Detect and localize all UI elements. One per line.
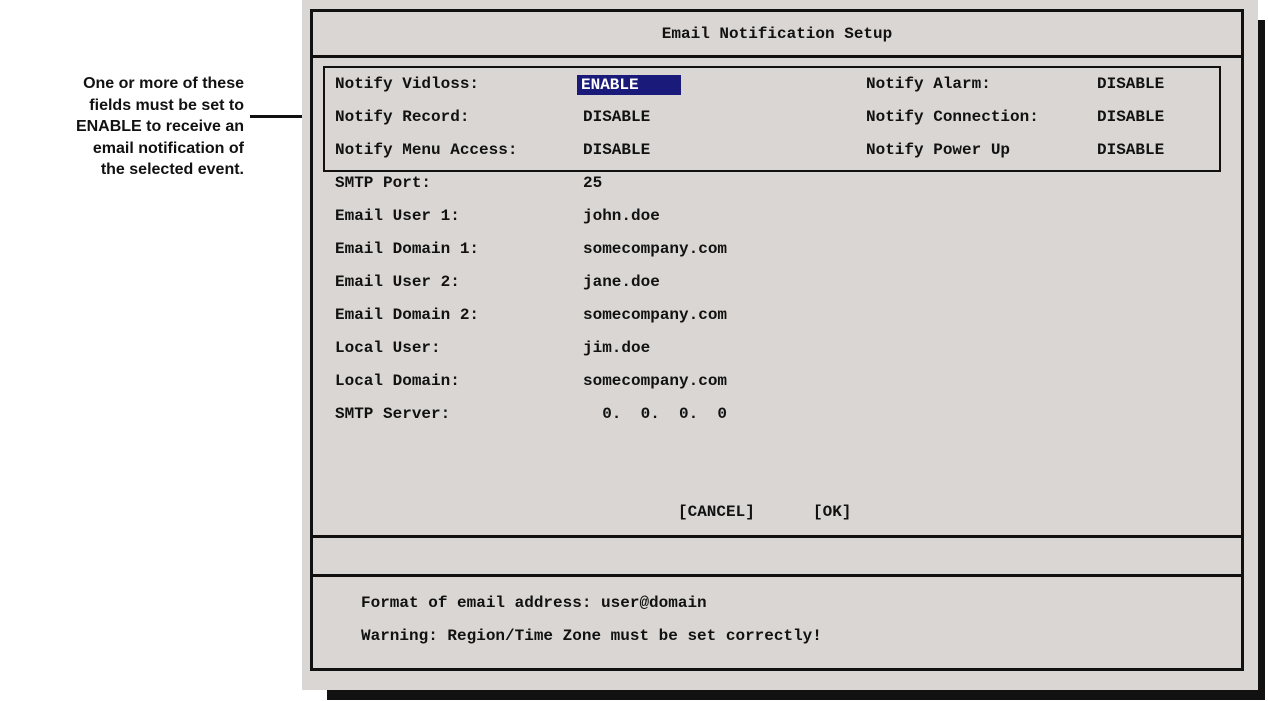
local-user-label: Local User: xyxy=(335,339,441,357)
title-divider xyxy=(313,55,1241,58)
status-divider-bottom xyxy=(313,574,1241,577)
local-domain-label: Local Domain: xyxy=(335,372,460,390)
email-domain-2-field[interactable]: somecompany.com xyxy=(583,306,727,324)
email-user-2-field[interactable]: jane.doe xyxy=(583,273,660,291)
smtp-server-field[interactable]: 0. 0. 0. 0 xyxy=(583,405,727,423)
callout-line: ENABLE to receive an xyxy=(75,118,244,135)
ok-button[interactable]: [OK] xyxy=(813,503,851,521)
notify-alarm-value[interactable]: DISABLE xyxy=(1097,75,1164,93)
status-divider-top xyxy=(313,535,1241,538)
email-domain-1-label: Email Domain 1: xyxy=(335,240,480,258)
notify-alarm-label: Notify Alarm: xyxy=(866,75,991,93)
notify-menu-access-label: Notify Menu Access: xyxy=(335,141,518,159)
smtp-port-label: SMTP Port: xyxy=(335,174,432,192)
local-user-field[interactable]: jim.doe xyxy=(583,339,650,357)
notify-vidloss-label: Notify Vidloss: xyxy=(335,75,480,93)
timezone-warning: Warning: Region/Time Zone must be set co… xyxy=(361,627,822,645)
email-format-hint: Format of email address: user@domain xyxy=(361,594,707,612)
notify-connection-label: Notify Connection: xyxy=(866,108,1039,126)
cancel-button[interactable]: [CANCEL] xyxy=(678,503,755,521)
email-domain-2-label: Email Domain 2: xyxy=(335,306,480,324)
local-domain-field[interactable]: somecompany.com xyxy=(583,372,727,390)
email-user-2-label: Email User 2: xyxy=(335,273,460,291)
callout-line: email notification of xyxy=(92,139,244,157)
notify-power-up-value[interactable]: DISABLE xyxy=(1097,141,1164,159)
notify-power-up-label: Notify Power Up xyxy=(866,141,1011,159)
callout-line: the selected event. xyxy=(100,161,244,178)
email-domain-1-field[interactable]: somecompany.com xyxy=(583,240,727,258)
email-user-1-label: Email User 1: xyxy=(335,207,460,225)
dialog-title: Email Notification Setup xyxy=(661,25,893,43)
email-user-1-field[interactable]: john.doe xyxy=(583,207,660,225)
notify-record-label: Notify Record: xyxy=(335,108,470,126)
smtp-port-field[interactable]: 25 xyxy=(583,174,602,192)
notify-record-value[interactable]: DISABLE xyxy=(583,108,650,126)
callout-note: One or more of these fields must be set … xyxy=(0,73,244,181)
notify-vidloss-value[interactable]: ENABLE xyxy=(577,75,681,95)
callout-line: fields must be set to xyxy=(89,96,244,114)
smtp-server-label: SMTP Server: xyxy=(335,405,451,423)
notify-connection-value[interactable]: DISABLE xyxy=(1097,108,1164,126)
notify-menu-access-value[interactable]: DISABLE xyxy=(583,141,650,159)
callout-line: One or more of these xyxy=(83,75,244,92)
